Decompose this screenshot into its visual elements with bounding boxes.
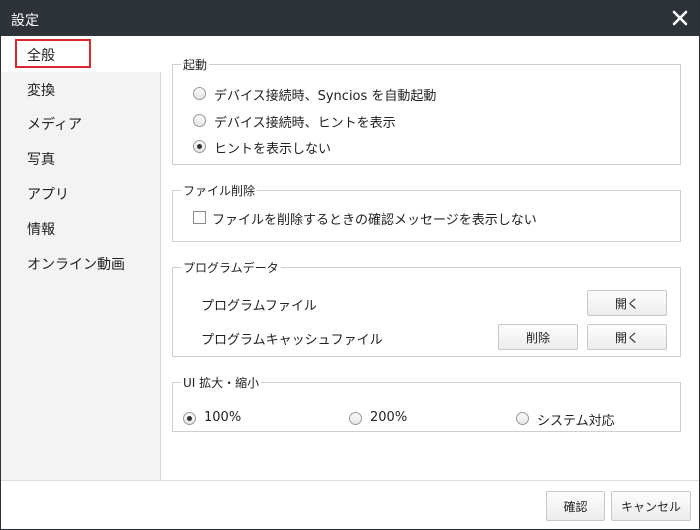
settings-dialog: 設定 全般 変換 メディア 写真 アプリ 情報 オンライン動画 起動 デバイス接… bbox=[0, 0, 700, 530]
sidebar-selection-highlight bbox=[1, 36, 161, 72]
radio-button[interactable] bbox=[193, 87, 206, 100]
radio-button-selected[interactable] bbox=[183, 412, 196, 425]
sidebar-item-info[interactable]: 情報 bbox=[27, 219, 55, 239]
settings-content: 起動 デバイス接続時、Syncios を自動起動 デバイス接続時、ヒントを表示 … bbox=[161, 36, 699, 480]
ui-scale-group: UI 拡大・縮小 100% 200% システム対応 bbox=[172, 374, 681, 432]
sidebar: 全般 変換 メディア 写真 アプリ 情報 オンライン動画 bbox=[1, 36, 161, 480]
dialog-footer: 確認 キャンセル bbox=[1, 480, 699, 529]
program-data-legend: プログラムデータ bbox=[183, 261, 279, 275]
program-file-open-button[interactable]: 開く bbox=[587, 290, 667, 316]
close-icon[interactable] bbox=[670, 8, 690, 28]
option-label: 100% bbox=[204, 410, 242, 425]
option-label: システム対応 bbox=[537, 414, 615, 429]
file-delete-group: ファイル削除 ファイルを削除するときの確認メッセージを表示しない bbox=[172, 182, 681, 242]
option-label: デバイス接続時、Syncios を自動起動 bbox=[214, 89, 437, 104]
checkbox-label: ファイルを削除するときの確認メッセージを表示しない bbox=[212, 213, 537, 228]
option-label: 200% bbox=[370, 410, 408, 425]
option-label: デバイス接続時、ヒントを表示 bbox=[214, 116, 396, 131]
delete-confirm-checkbox[interactable] bbox=[193, 211, 206, 224]
sidebar-item-photos[interactable]: 写真 bbox=[27, 149, 55, 169]
cache-file-delete-button[interactable]: 削除 bbox=[498, 324, 578, 350]
radio-button-selected[interactable] bbox=[193, 140, 206, 153]
file-delete-legend: ファイル削除 bbox=[183, 184, 256, 198]
cache-file-label: プログラムキャッシュファイル bbox=[201, 333, 383, 348]
radio-button[interactable] bbox=[193, 114, 206, 127]
confirm-button[interactable]: 確認 bbox=[546, 491, 605, 521]
radio-button[interactable] bbox=[516, 412, 529, 425]
option-label: ヒントを表示しない bbox=[214, 142, 332, 157]
program-data-group: プログラムデータ プログラムファイル 開く プログラムキャッシュファイル 削除 … bbox=[172, 259, 681, 357]
startup-legend: 起動 bbox=[183, 58, 208, 72]
cache-file-open-button[interactable]: 開く bbox=[587, 324, 667, 350]
sidebar-item-general[interactable]: 全般 bbox=[27, 45, 55, 65]
dialog-title: 設定 bbox=[11, 13, 39, 29]
sidebar-item-online-video[interactable]: オンライン動画 bbox=[27, 254, 125, 274]
startup-group: 起動 デバイス接続時、Syncios を自動起動 デバイス接続時、ヒントを表示 … bbox=[172, 56, 681, 165]
program-file-label: プログラムファイル bbox=[201, 299, 317, 314]
sidebar-item-convert[interactable]: 変換 bbox=[27, 80, 55, 100]
ui-scale-legend: UI 拡大・縮小 bbox=[183, 376, 260, 390]
cancel-button[interactable]: キャンセル bbox=[611, 491, 691, 521]
radio-button[interactable] bbox=[349, 412, 362, 425]
sidebar-item-media[interactable]: メディア bbox=[27, 114, 82, 134]
selection-arrow bbox=[150, 43, 161, 61]
title-bar: 設定 bbox=[1, 1, 699, 36]
sidebar-item-apps[interactable]: アプリ bbox=[27, 184, 69, 204]
